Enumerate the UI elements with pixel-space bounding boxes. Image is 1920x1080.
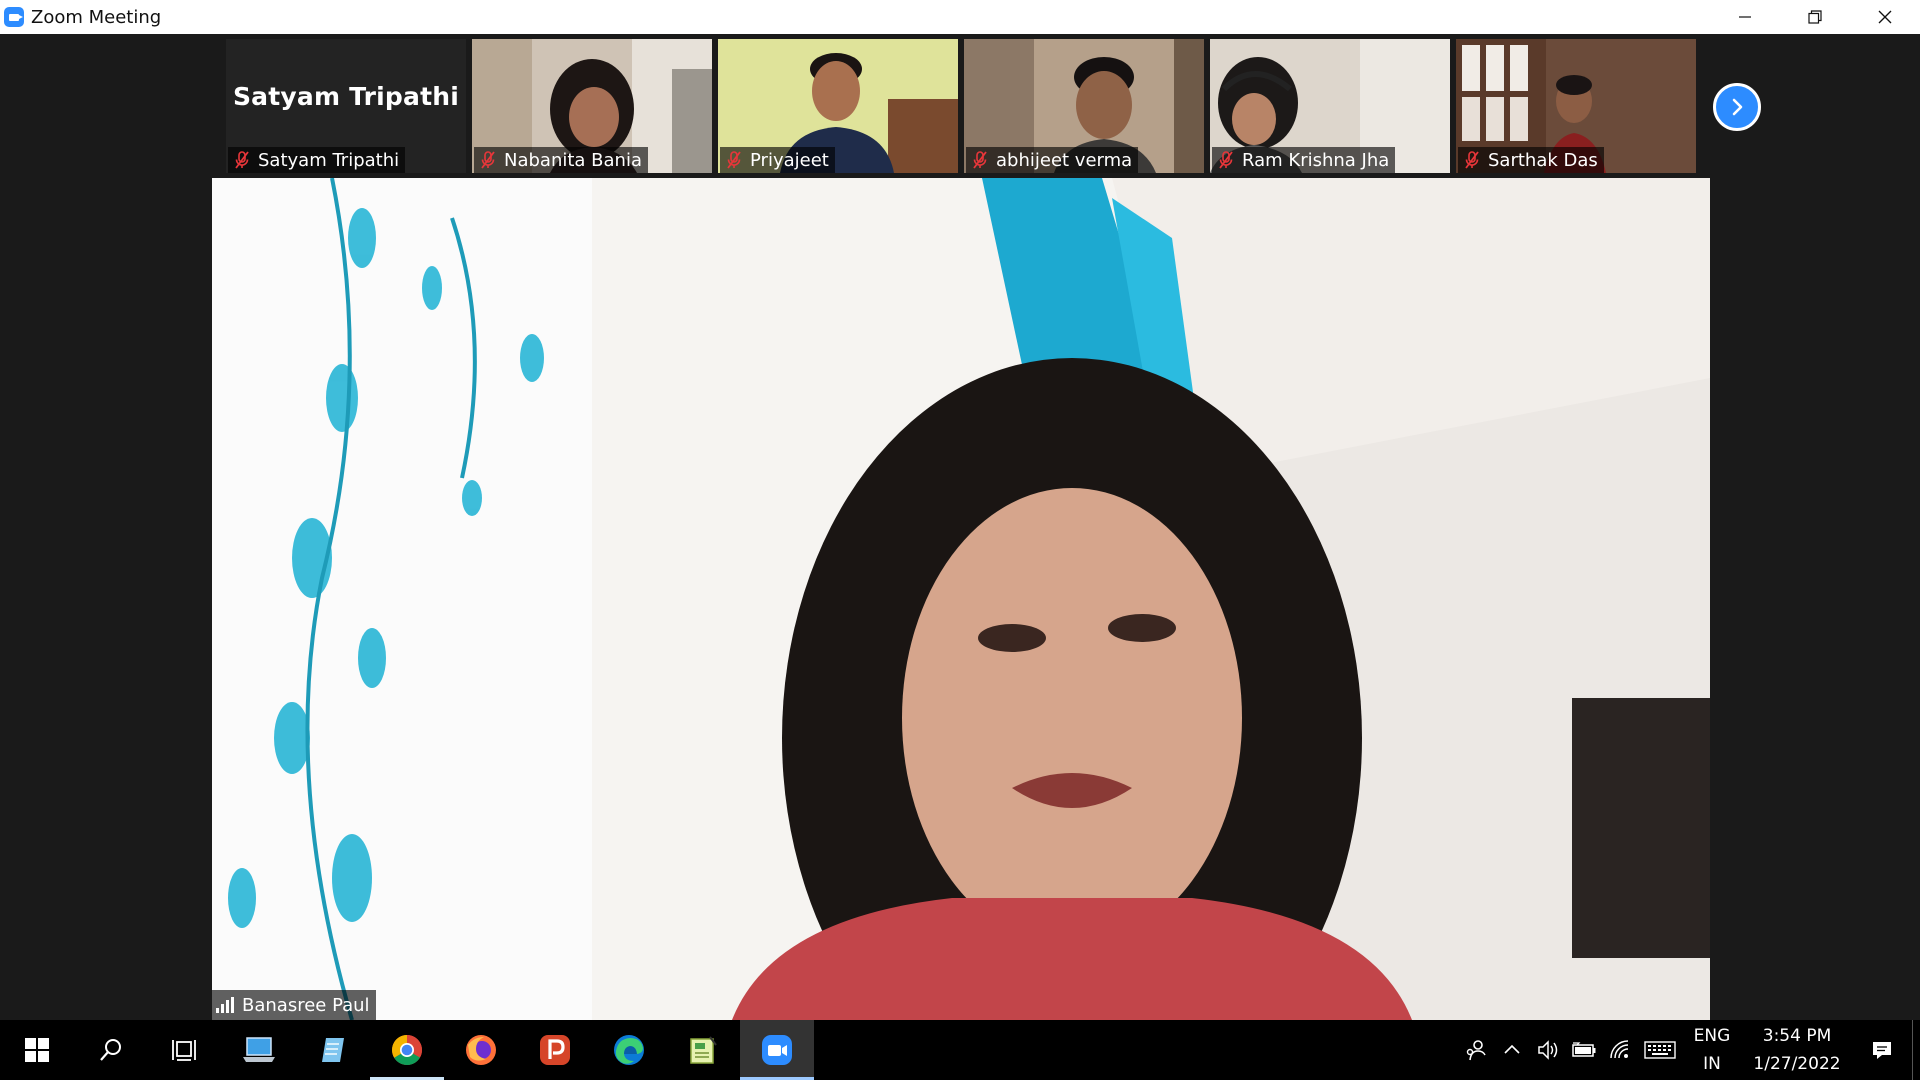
presentation-p-icon [540, 1035, 570, 1065]
clock-button[interactable]: 3:54 PM 1/27/2022 [1742, 1022, 1852, 1078]
region-code: IN [1703, 1054, 1721, 1074]
speaker-video-feed [212, 178, 1710, 1020]
touch-keyboard-button[interactable] [1638, 1020, 1682, 1080]
notebook-icon [690, 1036, 717, 1064]
people-button[interactable] [1458, 1020, 1494, 1080]
signal-bars-icon [216, 997, 234, 1013]
clock-date: 1/27/2022 [1753, 1054, 1841, 1074]
zoom-icon [762, 1035, 792, 1065]
muted-mic-icon [481, 151, 495, 169]
participant-name: Ram Krishna Jha [1242, 149, 1390, 171]
start-button[interactable] [0, 1020, 74, 1080]
participant-display-name: Satyam Tripathi [232, 81, 460, 111]
notepad-icon [322, 1038, 344, 1062]
muted-mic-icon [1219, 151, 1233, 169]
participant-tile[interactable]: Sarthak Das [1456, 39, 1696, 173]
action-center-button[interactable] [1852, 1020, 1912, 1080]
window-controls [1710, 0, 1920, 34]
taskbar-app-edge[interactable] [592, 1020, 666, 1080]
minimize-icon [1739, 16, 1751, 18]
participant-name-tag: Satyam Tripathi [228, 147, 406, 173]
participant-tile[interactable]: abhijeet verma [964, 39, 1204, 173]
chevron-up-icon [1504, 1044, 1520, 1054]
system-tray: ENG IN 3:54 PM 1/27/2022 [1458, 1020, 1920, 1080]
meeting-stage: Satyam Tripathi Satyam Tripathi Nabanita… [0, 34, 1920, 1020]
windows-taskbar: ENG IN 3:54 PM 1/27/2022 [0, 1020, 1920, 1080]
participant-name-tag: Sarthak Das [1458, 147, 1604, 173]
taskbar-app-firefox[interactable] [444, 1020, 518, 1080]
taskbar-app-notes[interactable] [666, 1020, 740, 1080]
edge-icon [614, 1035, 644, 1065]
participant-name-tag: Nabanita Bania [474, 147, 648, 173]
language-code: ENG [1693, 1026, 1731, 1046]
battery-icon [1572, 1042, 1596, 1057]
show-hidden-icons-button[interactable] [1494, 1020, 1530, 1080]
window-title: Zoom Meeting [31, 6, 162, 28]
title-bar[interactable]: Zoom Meeting [0, 0, 1920, 34]
close-icon [1878, 10, 1892, 24]
battery-button[interactable] [1566, 1020, 1602, 1080]
participant-strip: Satyam Tripathi Satyam Tripathi Nabanita… [226, 39, 1696, 173]
participant-name: Priyajeet [750, 149, 829, 171]
restore-button[interactable] [1780, 0, 1850, 34]
keyboard-icon [1644, 1041, 1676, 1059]
zoom-logo-icon [4, 7, 24, 27]
chevron-right-icon [1732, 98, 1743, 116]
participant-name-tag: Ram Krishna Jha [1212, 147, 1396, 173]
taskbar-app-chrome[interactable] [370, 1020, 444, 1080]
active-speaker-video[interactable]: Banasree Paul [212, 178, 1710, 1020]
participant-name-tag: abhijeet verma [966, 147, 1139, 173]
minimize-button[interactable] [1710, 0, 1780, 34]
participant-name: Satyam Tripathi [258, 149, 400, 171]
search-button[interactable] [74, 1020, 148, 1080]
notification-icon [1873, 1042, 1891, 1059]
network-button[interactable] [1602, 1020, 1638, 1080]
participant-name: Sarthak Das [1488, 149, 1598, 171]
next-participants-button[interactable] [1713, 83, 1761, 131]
participant-name: abhijeet verma [996, 149, 1133, 171]
speaker-icon [1538, 1040, 1558, 1060]
search-icon [100, 1039, 121, 1061]
windows-logo-icon [25, 1038, 49, 1062]
restore-icon [1808, 10, 1822, 24]
active-speaker-name-tag: Banasree Paul [212, 990, 376, 1020]
clock-time: 3:54 PM [1762, 1026, 1832, 1046]
participant-tile[interactable]: Satyam Tripathi Satyam Tripathi [226, 39, 466, 173]
show-desktop-button[interactable] [1912, 1020, 1920, 1080]
zoom-meeting-window: Zoom Meeting Satyam Tripathi Satyam Trip… [0, 0, 1920, 1080]
participant-tile[interactable]: Ram Krishna Jha [1210, 39, 1450, 173]
firefox-icon [466, 1035, 496, 1065]
task-view-button[interactable] [148, 1020, 222, 1080]
chrome-icon [392, 1035, 423, 1065]
laptop-icon [243, 1037, 275, 1062]
muted-mic-icon [235, 151, 249, 169]
participant-name: Nabanita Bania [504, 149, 642, 171]
muted-mic-icon [727, 151, 741, 169]
muted-mic-icon [1465, 151, 1479, 169]
taskbar-app-zoom[interactable] [740, 1020, 814, 1080]
participant-tile[interactable]: Nabanita Bania [472, 39, 712, 173]
taskbar-app-presentation[interactable] [518, 1020, 592, 1080]
muted-mic-icon [973, 151, 987, 169]
volume-button[interactable] [1530, 1020, 1566, 1080]
input-language-button[interactable]: ENG IN [1682, 1022, 1742, 1078]
close-button[interactable] [1850, 0, 1920, 34]
wifi-icon [1610, 1040, 1629, 1059]
people-icon [1466, 1040, 1486, 1061]
taskbar-app-notepad[interactable] [296, 1020, 370, 1080]
active-speaker-name: Banasree Paul [242, 994, 370, 1016]
taskbar-app-this-pc[interactable] [222, 1020, 296, 1080]
participant-tile[interactable]: Priyajeet [718, 39, 958, 173]
participant-name-tag: Priyajeet [720, 147, 835, 173]
task-view-icon [172, 1040, 196, 1061]
